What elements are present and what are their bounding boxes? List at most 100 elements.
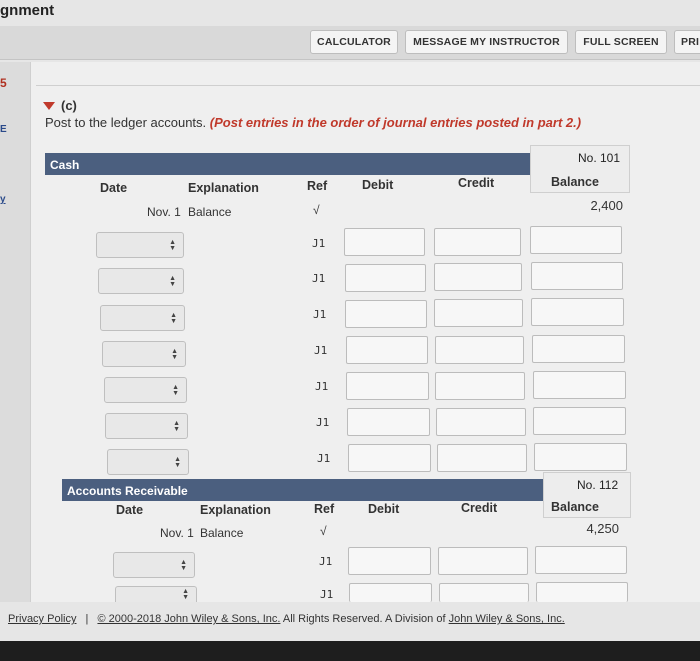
ref-label: J1: [312, 237, 326, 250]
cash-account-number: No. 101: [578, 151, 621, 165]
debit-input[interactable]: [348, 547, 431, 575]
receivable-col-debit: Debit: [368, 502, 400, 516]
ref-label: J1: [314, 344, 328, 357]
cash-col-credit: Credit: [458, 176, 495, 190]
balance-input[interactable]: [532, 335, 625, 363]
ref-label: J1: [316, 416, 330, 429]
balance-input[interactable]: [531, 298, 624, 326]
cash-account-name: Cash: [50, 158, 80, 172]
balance-input[interactable]: [533, 371, 626, 399]
cash-opening-explanation: Balance: [188, 205, 232, 219]
cash-col-balance: Balance: [551, 175, 599, 189]
receivable-opening-explanation: Balance: [200, 526, 244, 540]
debit-input[interactable]: [346, 372, 429, 400]
copyright-link[interactable]: © 2000-2018 John Wiley & Sons, Inc.: [97, 613, 280, 625]
page-title: gnment: [0, 2, 55, 19]
instruction-plain: Post to the ledger accounts.: [45, 115, 207, 130]
select-arrows-icon: ▲ ▼: [172, 384, 179, 397]
footer-separator: |: [85, 613, 89, 625]
date-select[interactable]: ▲ ▼: [113, 552, 195, 578]
section-letter: (c): [61, 98, 77, 113]
receivable-opening-ref: √: [320, 524, 327, 538]
receivable-opening-balance: 4,250: [586, 521, 619, 536]
debit-input[interactable]: [349, 583, 432, 602]
credit-input[interactable]: [439, 583, 529, 602]
debit-input[interactable]: [345, 300, 427, 328]
ref-label: J1: [317, 452, 331, 465]
left-glyph-c: y: [0, 194, 6, 205]
footer-line: Privacy Policy | © 2000-2018 John Wiley …: [8, 613, 565, 625]
toolbar: CALCULATOR MESSAGE MY INSTRUCTOR FULL SC…: [0, 26, 700, 60]
cash-col-debit: Debit: [362, 178, 394, 192]
date-select[interactable]: ▲ ▼: [100, 305, 185, 331]
ref-label: J1: [315, 380, 329, 393]
cash-col-ref: Ref: [307, 179, 328, 193]
full-screen-button[interactable]: FULL SCREEN: [575, 30, 667, 54]
debit-input[interactable]: [346, 336, 428, 364]
credit-input[interactable]: [434, 263, 522, 291]
credit-input[interactable]: [434, 228, 521, 256]
receivable-account-number: No. 112: [577, 478, 619, 492]
calculator-button[interactable]: CALCULATOR: [310, 30, 398, 54]
cash-opening-date: Nov. 1: [147, 205, 181, 219]
date-select[interactable]: ▲ ▼: [98, 268, 184, 294]
date-select[interactable]: ▲ ▼: [96, 232, 184, 258]
balance-input[interactable]: [534, 443, 627, 471]
ref-label: J1: [319, 555, 333, 568]
receivable-account-name: Accounts Receivable: [67, 484, 188, 498]
footer-rights: All Rights Reserved. A Division of: [282, 613, 446, 625]
debit-input[interactable]: [348, 444, 431, 472]
receivable-col-credit: Credit: [461, 501, 498, 515]
credit-input[interactable]: [436, 408, 526, 436]
receivable-col-date: Date: [116, 503, 144, 517]
credit-input[interactable]: [434, 299, 523, 327]
balance-input[interactable]: [530, 226, 622, 254]
debit-input[interactable]: [344, 228, 425, 256]
select-arrows-icon: ▲ ▼: [169, 275, 176, 288]
date-select[interactable]: ▲ ▼: [107, 449, 189, 475]
cash-col-explanation: Explanation: [188, 181, 259, 195]
cash-opening-balance: 2,400: [590, 198, 623, 213]
instruction-emphasis: (Post entries in the order of journal en…: [209, 115, 582, 130]
balance-input[interactable]: [531, 262, 623, 290]
select-arrows-icon: ▲ ▼: [174, 456, 181, 469]
cash-col-date: Date: [100, 181, 128, 195]
bottom-bar: [0, 641, 700, 661]
date-select[interactable]: ▲ ▼: [104, 377, 187, 403]
balance-input[interactable]: [533, 407, 626, 435]
receivable-col-balance: Balance: [551, 500, 599, 514]
divider: [36, 85, 700, 86]
company-link[interactable]: John Wiley & Sons, Inc.: [449, 613, 565, 625]
date-select[interactable]: ▲ ▼: [102, 341, 186, 367]
cash-account-bar: [45, 153, 580, 175]
select-arrows-icon: ▲ ▼: [171, 348, 178, 361]
debit-input[interactable]: [347, 408, 430, 436]
ref-label: J1: [320, 588, 334, 601]
print-button[interactable]: PRI: [674, 30, 700, 54]
section-header[interactable]: (c): [43, 98, 77, 113]
message-instructor-button[interactable]: MESSAGE MY INSTRUCTOR: [405, 30, 568, 54]
instruction-text: Post to the ledger accounts. (Post entri…: [45, 115, 581, 130]
credit-input[interactable]: [435, 372, 525, 400]
credit-input[interactable]: [438, 547, 528, 575]
date-select[interactable]: ▲ ▼: [115, 586, 197, 602]
receivable-opening-date: Nov. 1: [160, 526, 194, 540]
select-arrows-icon: ▲ ▼: [169, 239, 176, 252]
select-arrows-icon: ▲ ▼: [170, 312, 177, 325]
balance-input[interactable]: [535, 546, 627, 574]
balance-input[interactable]: [536, 582, 628, 602]
credit-input[interactable]: [437, 444, 527, 472]
privacy-policy-link[interactable]: Privacy Policy: [8, 613, 76, 625]
select-arrows-icon: ▲ ▼: [182, 588, 189, 601]
debit-input[interactable]: [345, 264, 426, 292]
ref-label: J1: [313, 308, 327, 321]
collapse-triangle-icon[interactable]: [43, 101, 55, 110]
ref-label: J1: [312, 272, 326, 285]
left-nav-strip: 5 E y: [0, 62, 30, 602]
select-arrows-icon: ▲ ▼: [173, 420, 180, 433]
footer: Privacy Policy | © 2000-2018 John Wiley …: [0, 604, 700, 634]
receivable-col-explanation: Explanation: [200, 503, 271, 517]
receivable-col-ref: Ref: [314, 502, 335, 516]
credit-input[interactable]: [435, 336, 524, 364]
date-select[interactable]: ▲ ▼: [105, 413, 188, 439]
